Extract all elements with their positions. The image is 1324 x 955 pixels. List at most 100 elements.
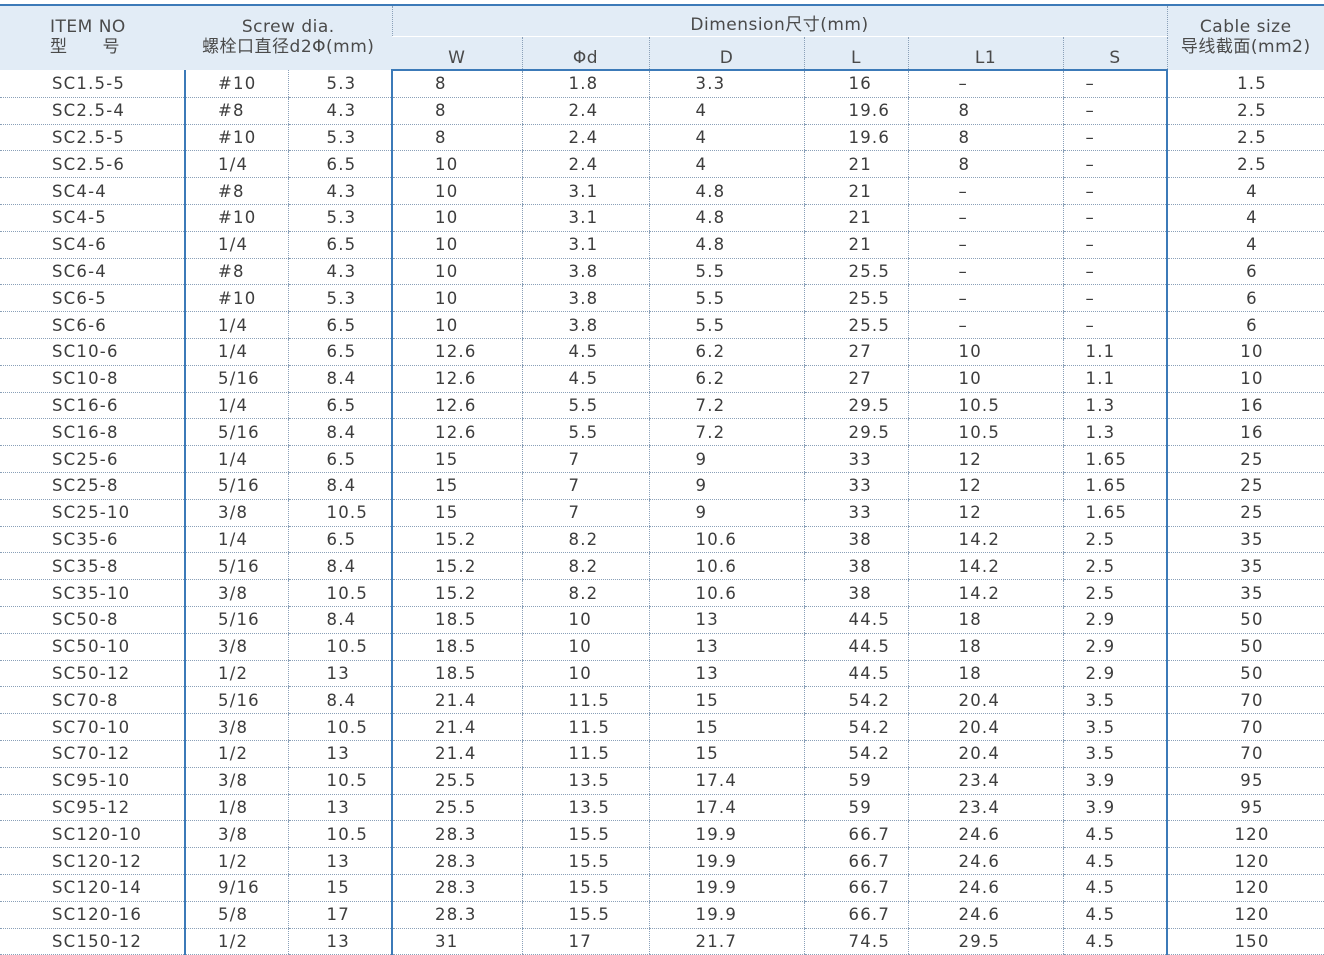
- item-no-header: ITEM NO 型 号: [0, 5, 185, 70]
- screw-mm-cell: 5.3: [288, 204, 392, 231]
- l-cell: 54.2: [804, 714, 908, 741]
- d-cell: 13: [649, 660, 804, 687]
- item-no-cell: SC25-10: [0, 499, 185, 526]
- phi-d-cell: 8.2: [522, 553, 649, 580]
- l1-cell: 20.4: [908, 714, 1063, 741]
- item-no-cell: SC4-4: [0, 178, 185, 205]
- w-cell: 18.5: [392, 660, 522, 687]
- d-cell: 7.2: [649, 392, 804, 419]
- w-cell: 8: [392, 97, 522, 124]
- s-cell: 3.9: [1063, 767, 1167, 794]
- table-header: ITEM NO 型 号 Screw dia. 螺栓口直径d2Φ(mm) Dime…: [0, 5, 1324, 70]
- item-no-cell: SC120-10: [0, 821, 185, 848]
- l1-cell: 14.2: [908, 553, 1063, 580]
- s-cell: 1.1: [1063, 365, 1167, 392]
- table-row: SC2.5-4#84.382.4419.68–2.5: [0, 97, 1324, 124]
- item-no-cell: SC70-12: [0, 740, 185, 767]
- screw-mm-cell: 10.5: [288, 499, 392, 526]
- phi-d-cell: 15.5: [522, 874, 649, 901]
- l1-cell: 18: [908, 633, 1063, 660]
- s-cell: –: [1063, 285, 1167, 312]
- l1-cell: –: [908, 285, 1063, 312]
- l-cell: 66.7: [804, 821, 908, 848]
- s-cell: 1.65: [1063, 446, 1167, 473]
- screw-mm-cell: 13: [288, 928, 392, 955]
- cable-size-cell: 1.5: [1167, 70, 1324, 97]
- phi-d-cell: 10: [522, 633, 649, 660]
- screw-mm-cell: 8.4: [288, 687, 392, 714]
- item-no-header-en: ITEM NO: [50, 18, 185, 38]
- d-cell: 9: [649, 446, 804, 473]
- cable-size-cell: 150: [1167, 928, 1324, 955]
- w-cell: 10: [392, 204, 522, 231]
- screw-dia-header-en: Screw dia.: [185, 18, 392, 38]
- d-cell: 6.2: [649, 365, 804, 392]
- l-cell: 38: [804, 526, 908, 553]
- l1-cell: 23.4: [908, 767, 1063, 794]
- phi-d-cell: 8.2: [522, 526, 649, 553]
- item-no-cell: SC70-10: [0, 714, 185, 741]
- screw-size-cell: #10: [185, 70, 288, 97]
- screw-dia-header-cn: 螺栓口直径d2Φ(mm): [185, 38, 392, 58]
- l-cell: 38: [804, 580, 908, 607]
- s-cell: 2.9: [1063, 606, 1167, 633]
- l-cell: 54.2: [804, 740, 908, 767]
- screw-mm-cell: 13: [288, 660, 392, 687]
- item-no-cell: SC6-5: [0, 285, 185, 312]
- screw-mm-cell: 8.4: [288, 419, 392, 446]
- s-cell: 2.5: [1063, 580, 1167, 607]
- s-cell: 2.5: [1063, 526, 1167, 553]
- phi-d-cell: 3.1: [522, 178, 649, 205]
- table-row: SC120-149/161528.315.519.966.724.64.5120: [0, 874, 1324, 901]
- item-no-cell: SC95-12: [0, 794, 185, 821]
- l-cell: 25.5: [804, 312, 908, 339]
- l1-cell: 20.4: [908, 740, 1063, 767]
- table-row: SC16-85/168.412.65.57.229.510.51.316: [0, 419, 1324, 446]
- item-no-cell: SC6-6: [0, 312, 185, 339]
- table-row: SC25-61/46.5157933121.6525: [0, 446, 1324, 473]
- s-cell: –: [1063, 151, 1167, 178]
- screw-size-cell: 3/8: [185, 633, 288, 660]
- l1-cell: –: [908, 70, 1063, 97]
- screw-size-cell: 3/8: [185, 499, 288, 526]
- l1-cell: 10.5: [908, 419, 1063, 446]
- screw-mm-cell: 8.4: [288, 472, 392, 499]
- w-cell: 12.6: [392, 419, 522, 446]
- d-cell: 17.4: [649, 767, 804, 794]
- cable-size-cell: 70: [1167, 714, 1324, 741]
- phi-d-cell: 17: [522, 928, 649, 955]
- screw-mm-cell: 8.4: [288, 606, 392, 633]
- l1-cell: 8: [908, 151, 1063, 178]
- dim-col-s: S: [1063, 37, 1167, 71]
- phi-d-cell: 2.4: [522, 124, 649, 151]
- l1-cell: 14.2: [908, 526, 1063, 553]
- d-cell: 5.5: [649, 312, 804, 339]
- w-cell: 18.5: [392, 633, 522, 660]
- item-no-cell: SC95-10: [0, 767, 185, 794]
- screw-mm-cell: 10.5: [288, 714, 392, 741]
- w-cell: 15: [392, 472, 522, 499]
- d-cell: 10.6: [649, 580, 804, 607]
- screw-mm-cell: 6.5: [288, 392, 392, 419]
- s-cell: –: [1063, 97, 1167, 124]
- l1-cell: 24.6: [908, 874, 1063, 901]
- l1-cell: 10: [908, 365, 1063, 392]
- l1-cell: 8: [908, 97, 1063, 124]
- screw-dia-header: Screw dia. 螺栓口直径d2Φ(mm): [185, 5, 392, 70]
- table-row: SC50-103/810.518.5101344.5182.950: [0, 633, 1324, 660]
- s-cell: 1.3: [1063, 419, 1167, 446]
- s-cell: –: [1063, 124, 1167, 151]
- d-cell: 15: [649, 714, 804, 741]
- table-row: SC4-4#84.3103.14.821––4: [0, 178, 1324, 205]
- l1-cell: 8: [908, 124, 1063, 151]
- l-cell: 19.6: [804, 97, 908, 124]
- cable-size-cell: 2.5: [1167, 124, 1324, 151]
- screw-mm-cell: 6.5: [288, 526, 392, 553]
- l-cell: 25.5: [804, 285, 908, 312]
- s-cell: –: [1063, 70, 1167, 97]
- cable-size-header: Cable size 导线截面(mm2): [1167, 5, 1324, 70]
- cable-size-header-en: Cable size: [1168, 18, 1324, 38]
- s-cell: 4.5: [1063, 848, 1167, 875]
- w-cell: 21.4: [392, 740, 522, 767]
- l1-cell: 18: [908, 660, 1063, 687]
